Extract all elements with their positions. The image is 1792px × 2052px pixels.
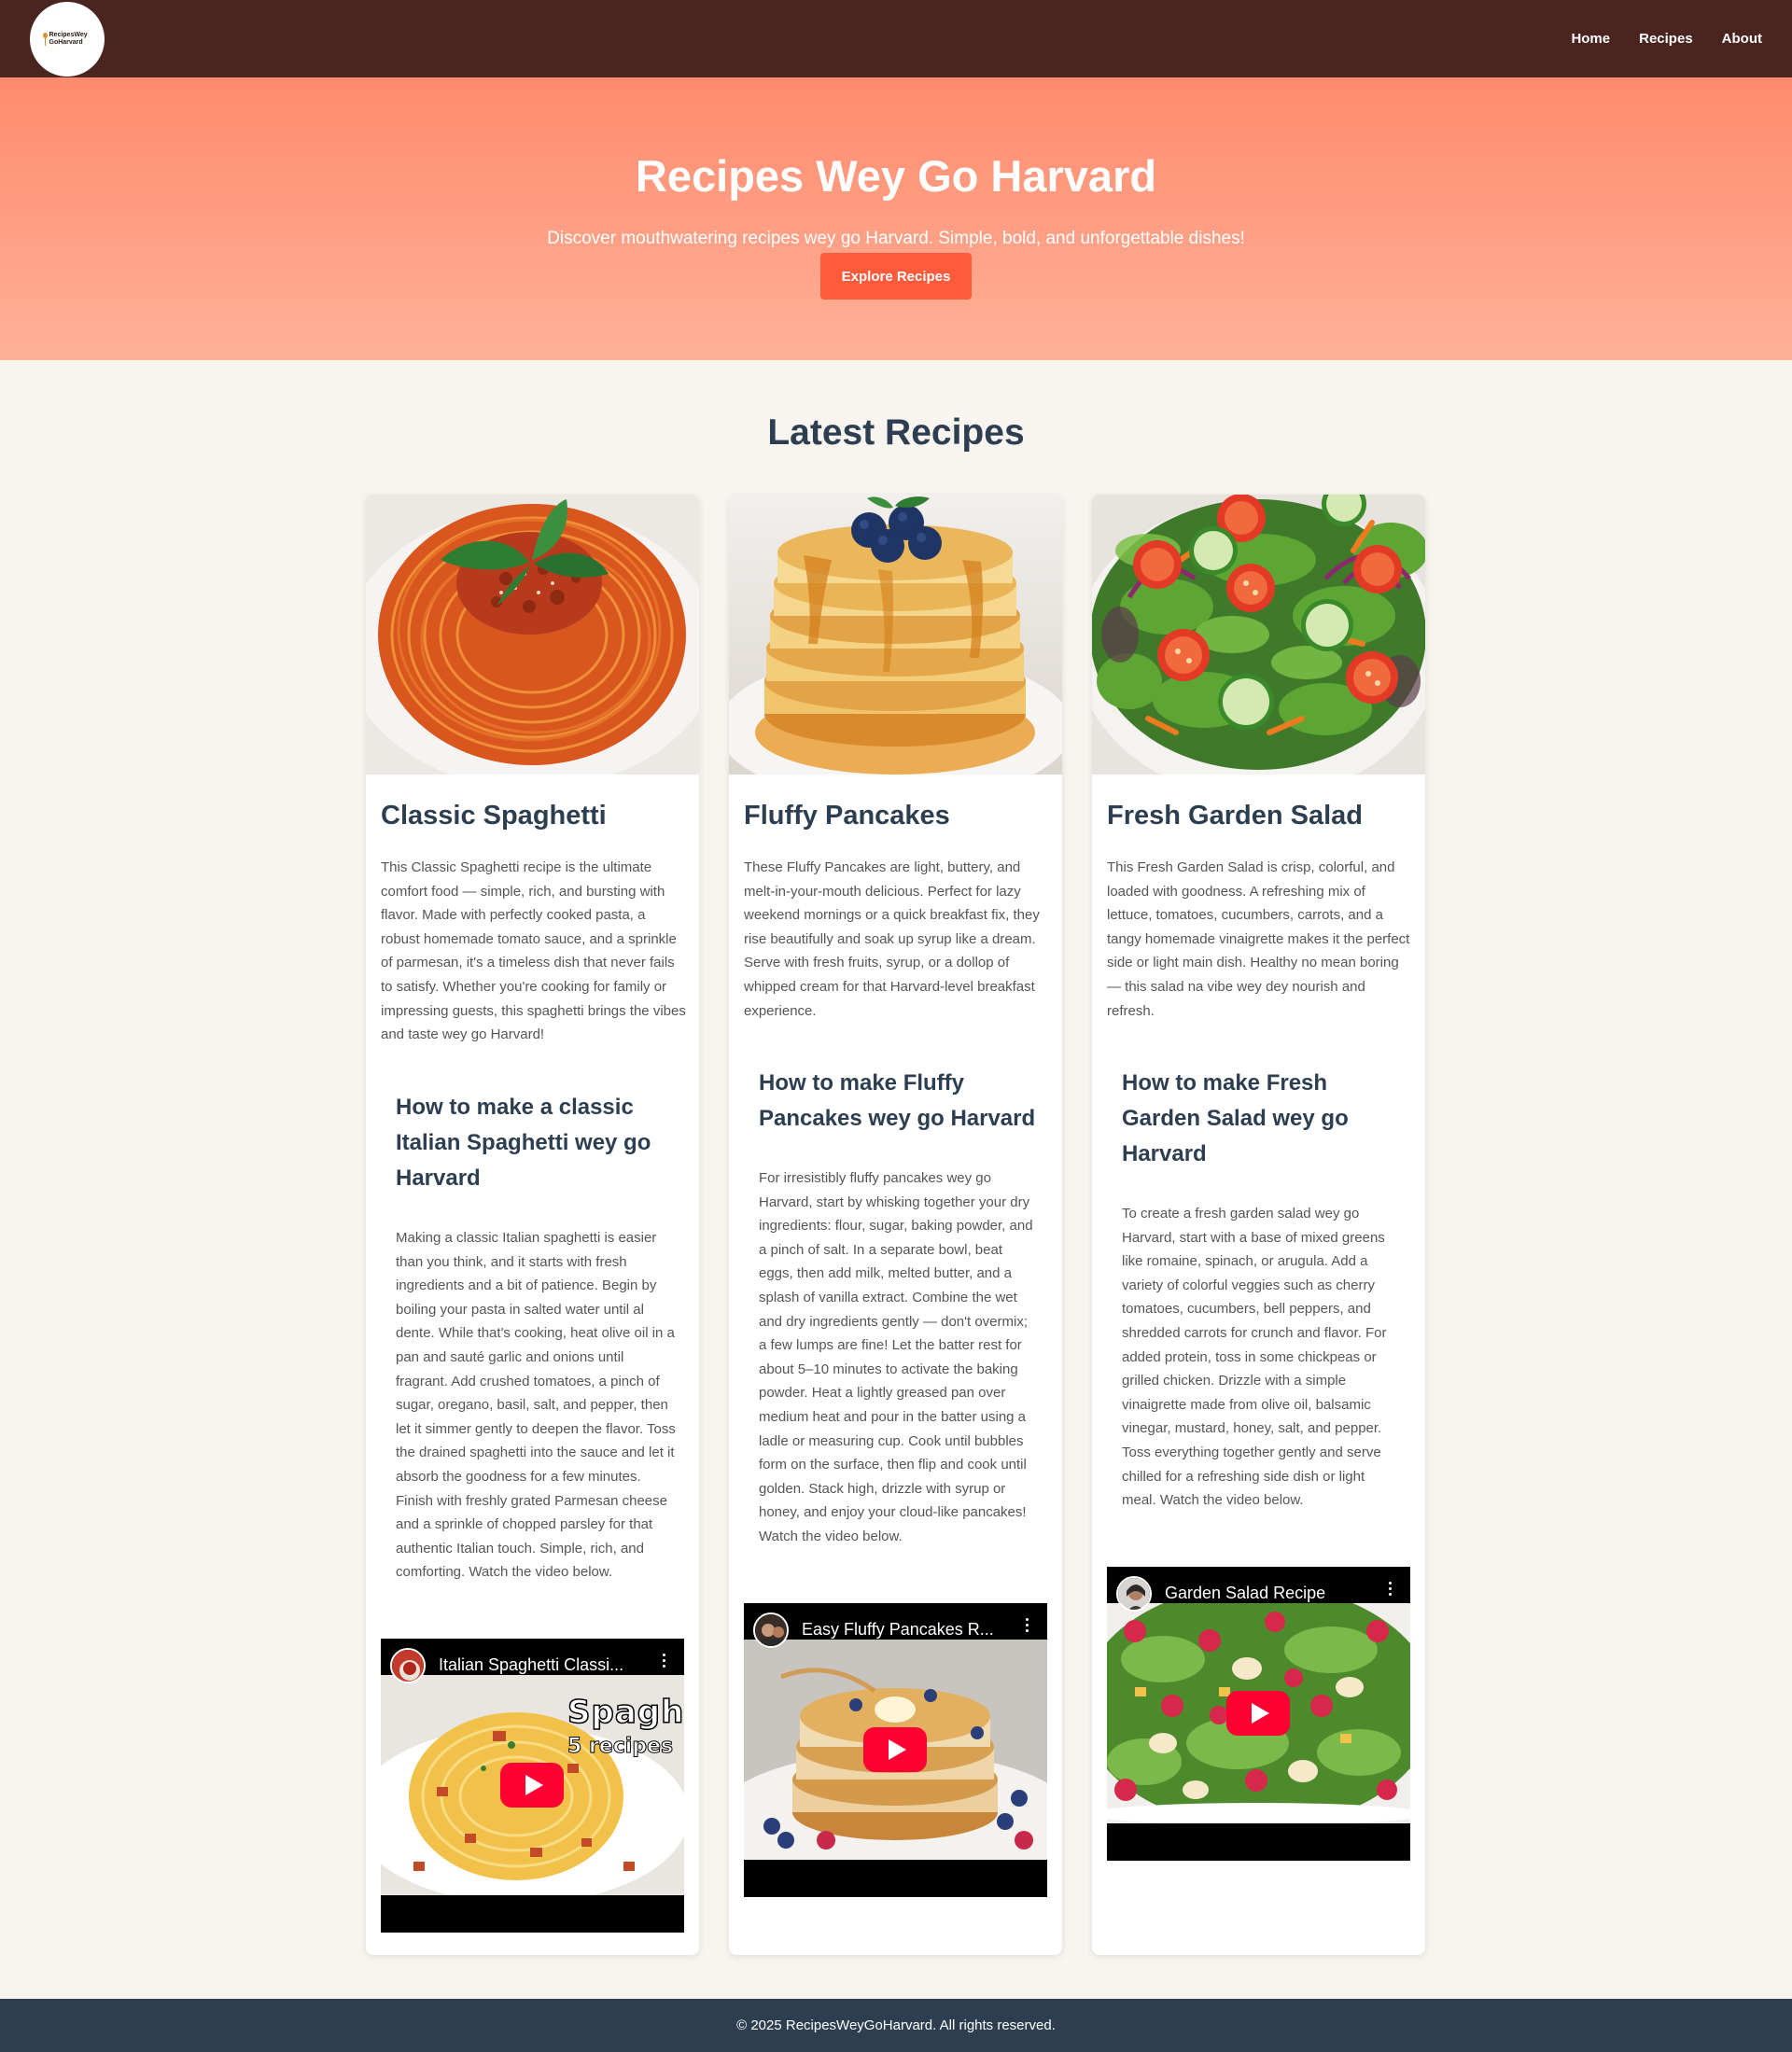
video-overlay-subtitle: 5 recipes [567, 1735, 674, 1759]
recipe-description: These Fluffy Pancakes are light, buttery… [744, 859, 1040, 1019]
recipe-card-salad: Fresh Garden Salad This Fresh Garden Sal… [1092, 495, 1425, 1955]
section-title: Latest Recipes [767, 412, 1025, 453]
recipe-card-spaghetti: Classic Spaghetti This Classic Spaghetti… [366, 495, 699, 1955]
salad-image [1092, 495, 1425, 775]
how-to-text: Making a classic Italian spaghetti is ea… [396, 1230, 676, 1581]
nav-link-recipes[interactable]: Recipes [1639, 31, 1693, 47]
recipe-description: This Fresh Garden Salad is crisp, colorf… [1107, 859, 1410, 1019]
video-title[interactable]: Italian Spaghetti Classi... [439, 1655, 623, 1675]
youtube-video-pancakes[interactable]: Easy Fluffy Pancakes R... [744, 1603, 1047, 1897]
nav-links: Home Recipes About [1571, 0, 1762, 77]
play-icon[interactable] [500, 1763, 564, 1808]
how-to-title: How to make Fresh Garden Salad wey go Ha… [1122, 1070, 1349, 1166]
channel-avatar[interactable] [753, 1612, 789, 1648]
how-to-title: How to make Fluffy Pancakes wey go Harva… [759, 1070, 1036, 1131]
footer-text: © 2025 RecipesWeyGoHarvard. All rights r… [736, 2017, 1056, 2033]
play-icon[interactable] [1226, 1691, 1290, 1736]
recipe-title: Fluffy Pancakes [744, 801, 950, 831]
more-options-icon[interactable] [1026, 1618, 1029, 1637]
video-overlay-title: Spaghe [567, 1693, 684, 1732]
channel-avatar[interactable] [1116, 1576, 1152, 1612]
hero-section: Recipes Wey Go Harvard Discover mouthwat… [0, 77, 1792, 360]
recipe-title: Classic Spaghetti [381, 801, 607, 831]
how-to-title: How to make a classic Italian Spaghetti … [396, 1095, 651, 1191]
play-icon[interactable] [863, 1727, 927, 1772]
site-logo[interactable]: RecipesWey GoHarvard [30, 2, 105, 77]
logo-text: RecipesWey GoHarvard [49, 32, 88, 46]
recipe-card-pancakes: Fluffy Pancakes These Fluffy Pancakes ar… [729, 495, 1062, 1955]
navbar: RecipesWey GoHarvard Home Recipes About [0, 0, 1792, 77]
how-to-text: To create a fresh garden salad wey go Ha… [1122, 1206, 1387, 1509]
how-to-text: For irresistibly fluffy pancakes wey go … [759, 1170, 1033, 1544]
footer: © 2025 RecipesWeyGoHarvard. All rights r… [0, 1999, 1792, 2052]
video-title[interactable]: Garden Salad Recipe [1165, 1584, 1325, 1603]
nav-link-about[interactable]: About [1722, 31, 1762, 47]
more-options-icon[interactable] [663, 1654, 666, 1672]
youtube-video-spaghetti[interactable]: Spaghe 5 recipes Italian Spaghetti Class… [381, 1639, 684, 1933]
spoon-icon [42, 33, 48, 46]
video-title[interactable]: Easy Fluffy Pancakes R... [802, 1620, 994, 1640]
hero-subtitle: Discover mouthwatering recipes wey go Ha… [547, 229, 1245, 248]
more-options-icon[interactable] [1389, 1582, 1393, 1600]
explore-recipes-button[interactable]: Explore Recipes [820, 253, 972, 300]
recipe-description: This Classic Spaghetti recipe is the ult… [381, 859, 686, 1043]
channel-avatar[interactable] [390, 1648, 426, 1683]
youtube-video-salad[interactable]: Garden Salad Recipe [1107, 1567, 1410, 1861]
spaghetti-image [366, 495, 699, 775]
recipe-title: Fresh Garden Salad [1107, 801, 1363, 831]
nav-link-home[interactable]: Home [1571, 31, 1610, 47]
pancakes-image [729, 495, 1062, 775]
hero-title: Recipes Wey Go Harvard [635, 151, 1157, 201]
